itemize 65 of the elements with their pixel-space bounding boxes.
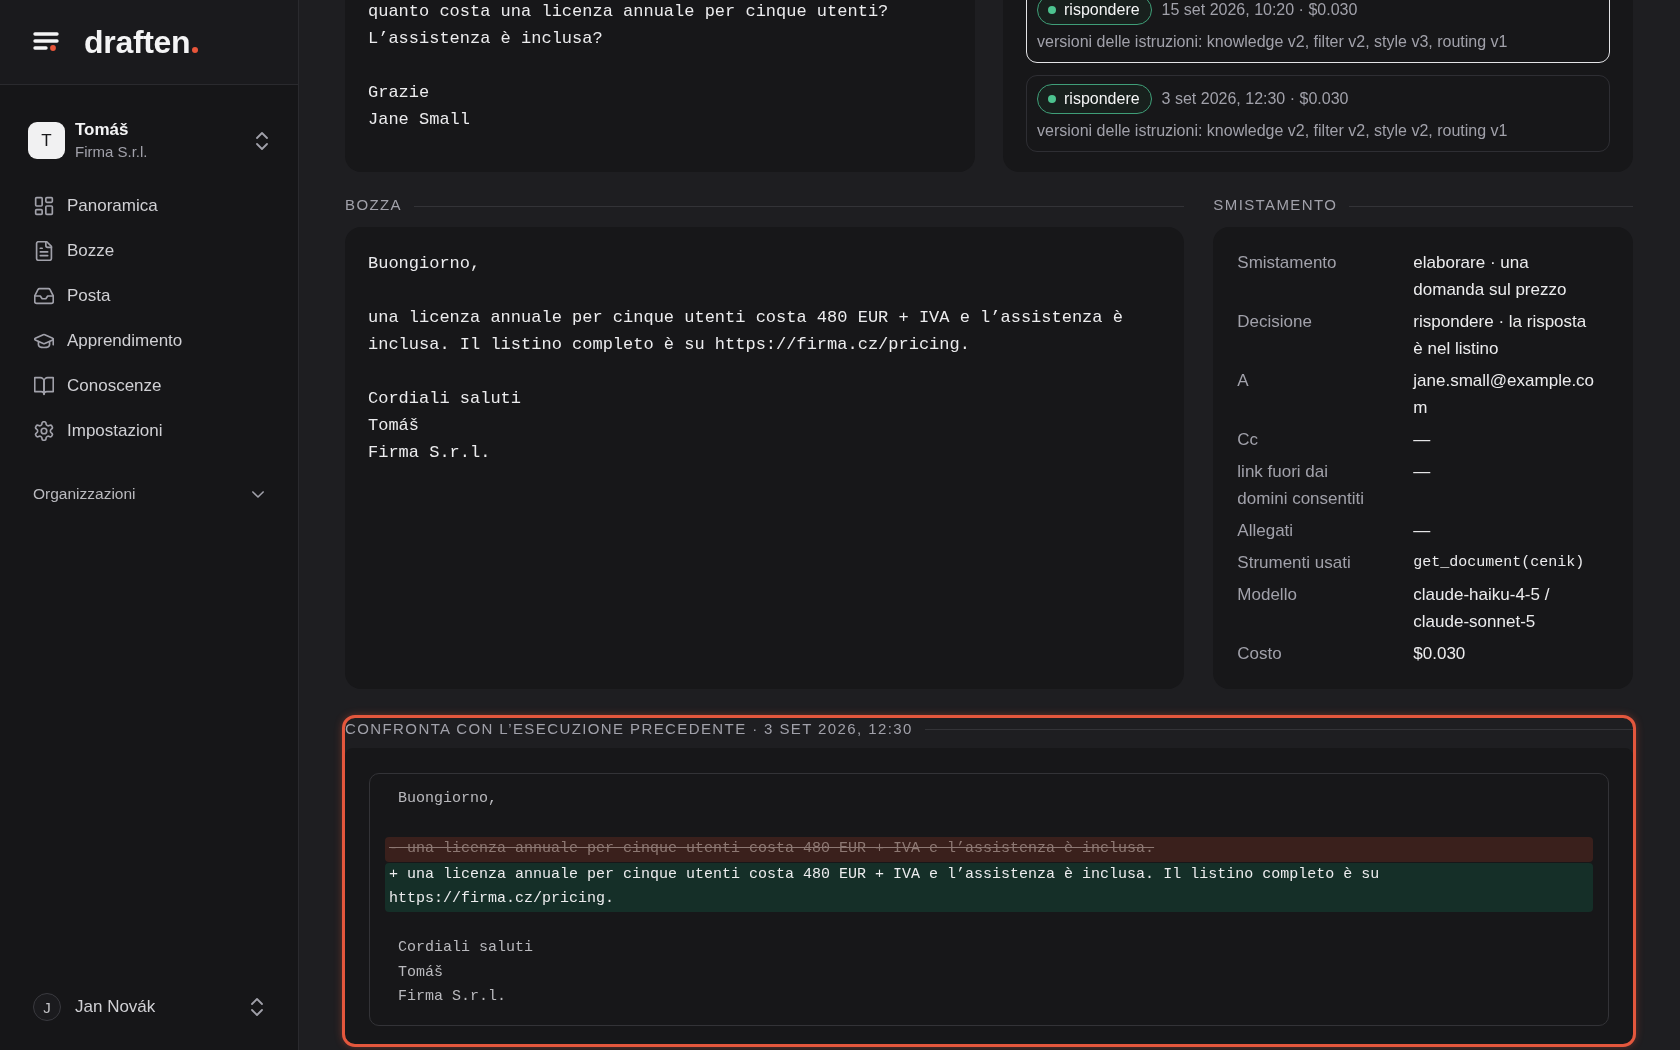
run-versions: versioni delle istruzioni: knowledge v2, filter v2, style v2, routing v1: [1037, 121, 1509, 141]
chevrons-up-down-icon[interactable]: [251, 998, 263, 1016]
run-meta: 15 set 2026, 10:20 · $0.030: [1161, 0, 1358, 20]
draft-line: Tomáš: [368, 415, 420, 437]
logo-text: draften: [84, 23, 191, 61]
section-title: BOZZA: [345, 195, 402, 215]
draft-line: una licenza annuale per cinque utenti costa 480 EUR + IVA e l’assistenza è inclusa. Il listino completo è su https://firma.cz/pricing.: [368, 307, 1124, 356]
user-name: Jan Novák: [75, 997, 157, 1017]
detail-value: $0.030: [1413, 643, 1467, 665]
dashboard-grid-icon: [34, 195, 54, 216]
draft-line: Buongiorno,: [368, 253, 482, 275]
badge-label: rispondere: [1064, 89, 1140, 109]
nav-item[interactable]: Bozze: [24, 228, 274, 273]
detail-value: claude-haiku-4-5 / claude-sonnet-5: [1413, 584, 1551, 633]
nav-item[interactable]: Conoscenze: [24, 363, 274, 408]
detail-label: Strumenti usati: [1237, 552, 1352, 574]
detail-value: —: [1413, 429, 1432, 451]
org-avatar: T: [28, 122, 65, 159]
section-title: CONFRONTA CON L’ESECUZIONE PRECEDENTE · 3 SET 2026, 12:30: [345, 718, 913, 739]
chevrons-up-down-icon[interactable]: [256, 131, 268, 150]
nav-item[interactable]: Apprendimento: [24, 318, 274, 363]
diff-context-line: Buongiorno,: [397, 789, 499, 809]
badge-label: rispondere: [1064, 0, 1140, 20]
inbox-tray-icon: [34, 285, 54, 306]
section-toggle[interactable]: Organizzazioni: [33, 483, 264, 505]
diff-context-line: Tomáš: [397, 962, 444, 983]
detail-label: Modello: [1237, 584, 1298, 606]
logo-dot-icon: [192, 47, 199, 53]
detail-label: A: [1237, 370, 1250, 392]
detail-code-value: get_document(cenik): [1413, 553, 1586, 573]
run-versions: versioni delle istruzioni: knowledge v2, filter v2, style v3, routing v1: [1037, 32, 1509, 52]
menu-icon[interactable]: [33, 32, 59, 51]
detail-label: Costo: [1237, 643, 1283, 665]
org-name: Tomáš: [75, 119, 130, 141]
detail-label: link fuori dai domini consentiti: [1237, 461, 1365, 510]
section-title: SMISTAMENTO: [1213, 195, 1338, 215]
detail-label: Decisione: [1237, 311, 1313, 333]
detail-label: Smistamento: [1237, 252, 1338, 274]
nav-item[interactable]: Impostazioni: [24, 408, 274, 453]
email-line: L’assistenza è inclusa?: [368, 28, 604, 50]
run-meta: 3 set 2026, 12:30 · $0.030: [1161, 89, 1349, 109]
nav-item[interactable]: Posta: [24, 273, 274, 318]
email-line: Jane Small: [368, 109, 472, 131]
email-line: Grazie: [368, 82, 431, 104]
detail-label: Allegati: [1237, 520, 1295, 542]
diff-context-line: Firma S.r.l.: [397, 987, 508, 1007]
run-item[interactable]: rispondere 15 set 2026, 10:20 · $0.030 versioni delle istruzioni: knowledge v2, filter v2, style v3, routing v1: [1026, 0, 1610, 63]
draft-line: Cordiali saluti: [368, 388, 523, 410]
open-book-icon: [34, 375, 54, 396]
detail-value: jane.small@example.com: [1413, 370, 1596, 419]
nav-item[interactable]: Panoramica: [24, 183, 274, 228]
org-subtitle: Firma S.r.l.: [75, 142, 149, 162]
diff-context-line: Cordiali saluti: [397, 938, 535, 958]
detail-value: —: [1413, 461, 1432, 483]
run-item[interactable]: rispondere 3 set 2026, 12:30 · $0.030 versioni delle istruzioni: knowledge v2, filter v2, style v2, routing v1: [1026, 75, 1610, 152]
status-dot-icon: [1048, 95, 1056, 103]
detail-label: Cc: [1237, 429, 1260, 451]
status-dot-icon: [1048, 6, 1056, 14]
chevron-down-icon: [252, 490, 264, 498]
settings-icon: [34, 420, 54, 441]
user-avatar: J: [33, 993, 61, 1021]
document-icon: [34, 240, 54, 261]
draft-line: Firma S.r.l.: [368, 442, 492, 464]
detail-value: —: [1413, 520, 1432, 542]
email-line: quanto costa una licenza annuale per cinque utenti?: [368, 1, 890, 23]
